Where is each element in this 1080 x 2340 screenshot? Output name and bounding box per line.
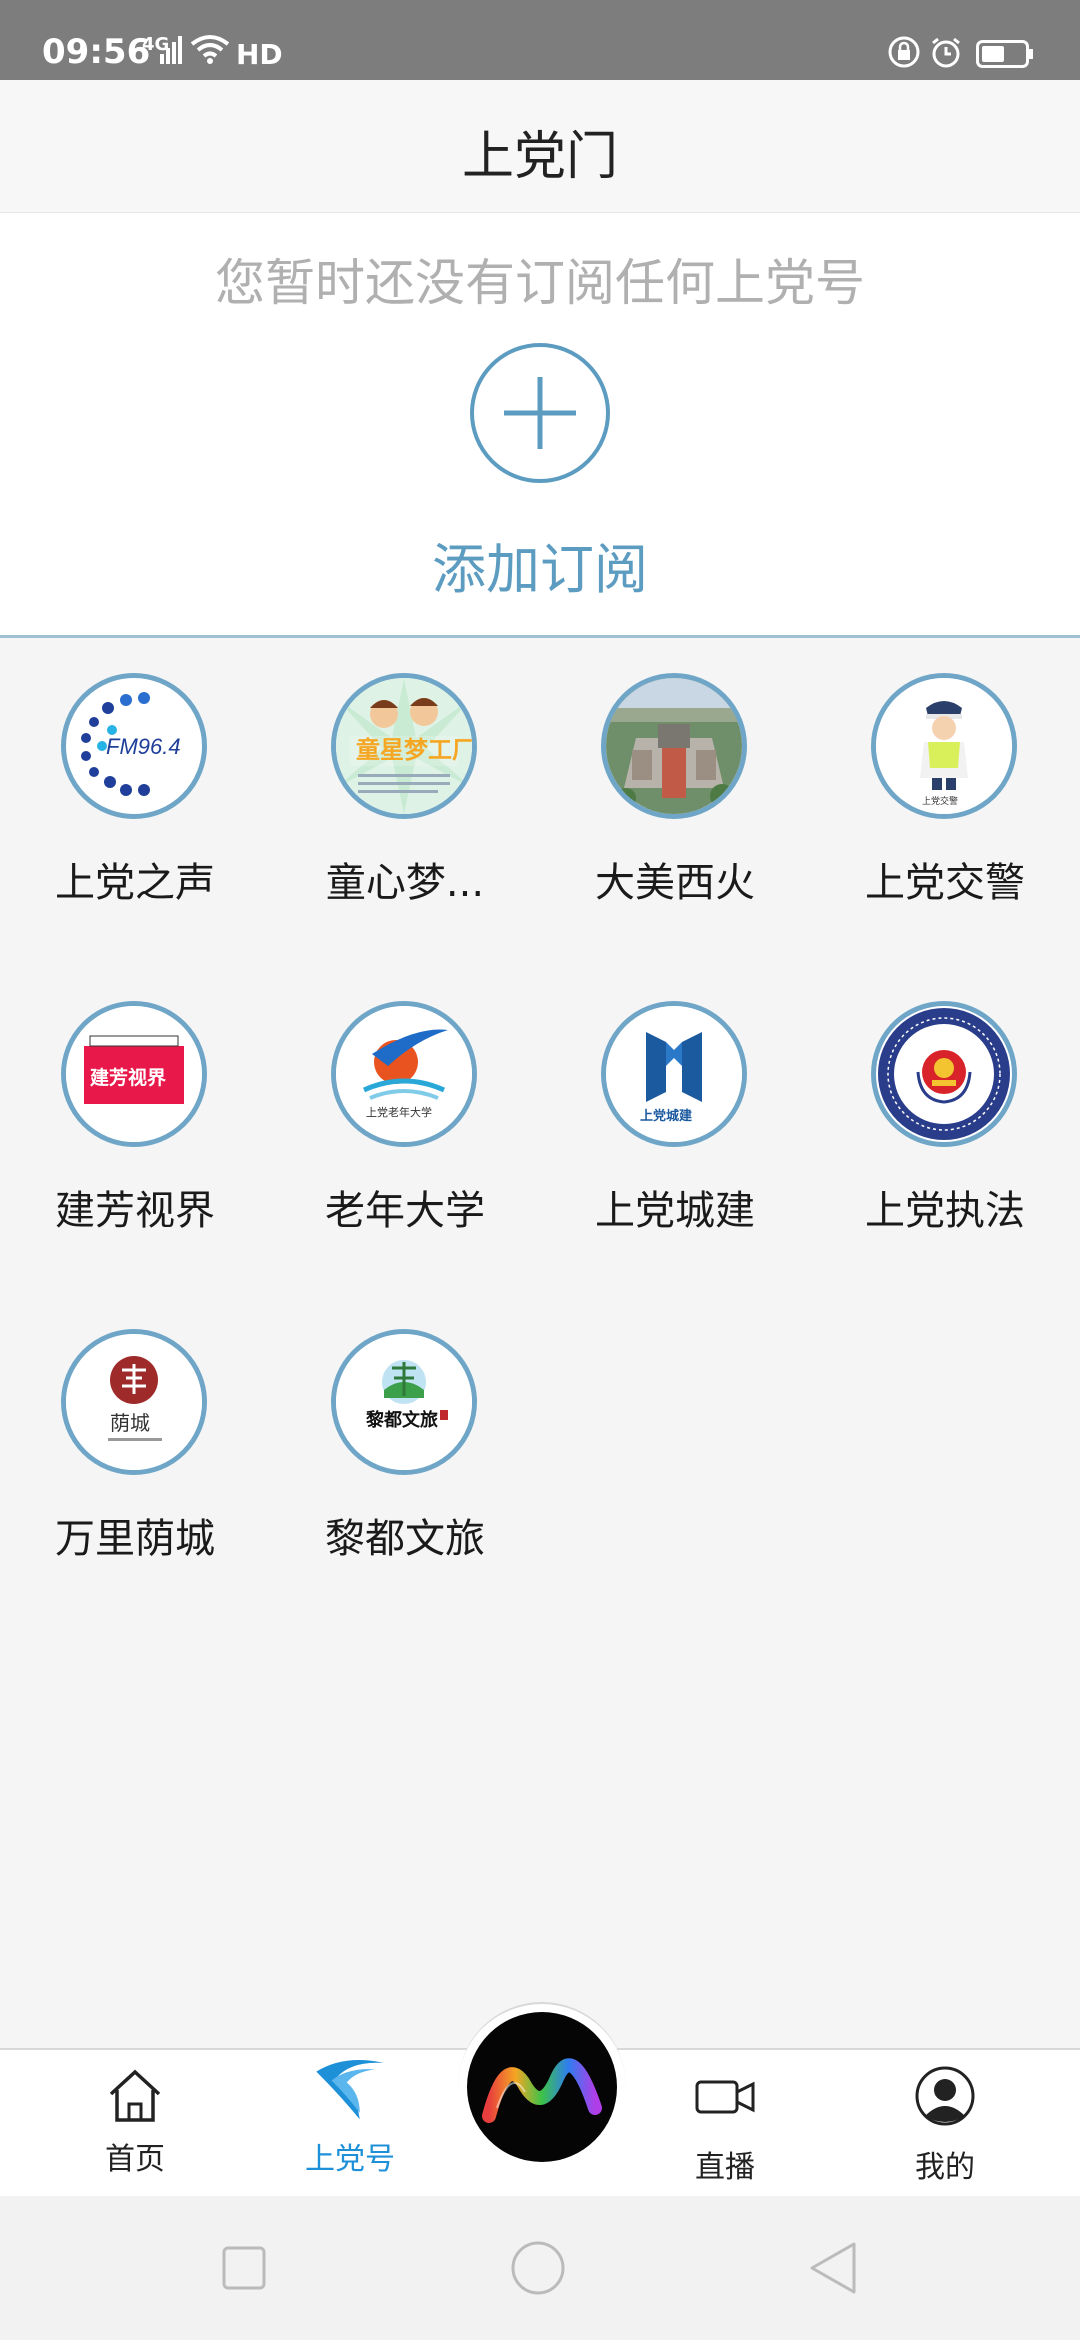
header: 上党门	[0, 80, 1080, 213]
channel-item[interactable]: 建芳视界 建芳视界	[0, 966, 270, 1256]
tab-label: 首页	[105, 2142, 165, 2177]
jianfang-view-logo: 建芳视界	[61, 1001, 207, 1147]
channel-label: 大美西火	[595, 860, 755, 906]
channel-grid: FM96.4 上党之声 童星梦工厂 童心梦... 大美西火 上党交警 上党交警 …	[0, 638, 1080, 2048]
add-subscription-label[interactable]: 添加订阅	[0, 525, 1080, 604]
channel-label: 老年大学	[325, 1188, 485, 1234]
empty-subscription-message: 您暂时还没有订阅任何上党号	[215, 254, 865, 312]
lock-rotation-icon	[888, 36, 920, 68]
page-title: 上党门	[461, 127, 618, 187]
channel-label: 万里荫城	[55, 1516, 215, 1562]
wifi-icon	[190, 35, 230, 64]
alarm-icon	[932, 37, 960, 68]
tab-label: 我的	[915, 2150, 975, 2185]
channel-item[interactable]: 大美西火	[540, 638, 810, 928]
channel-item[interactable]: 上党老年大学 老年大学	[270, 966, 540, 1256]
tab-live[interactable]: 直播	[645, 2050, 805, 2198]
svg-text:上党老年大学: 上党老年大学	[366, 1105, 432, 1119]
channel-item[interactable]: 上党执法	[810, 966, 1080, 1256]
video-camera-icon	[695, 2080, 755, 2114]
yincheng-logo: 荫城	[61, 1329, 207, 1475]
profile-icon	[915, 2066, 975, 2126]
svg-text:上党交警: 上党交警	[922, 795, 958, 807]
battery-icon	[976, 40, 1033, 68]
center-logo-icon	[482, 2058, 602, 2123]
channel-label: 上党之声	[55, 860, 215, 906]
hd-indicator: HD	[236, 38, 283, 71]
law-enforcement-emblem	[871, 1001, 1017, 1147]
svg-text:黎都文旅: 黎都文旅	[366, 1409, 438, 1431]
tab-home[interactable]: 首页	[55, 2050, 215, 2198]
center-logo-button[interactable]	[467, 2012, 617, 2162]
home-button[interactable]	[510, 2240, 566, 2296]
add-subscription-button[interactable]	[470, 343, 610, 483]
channel-label: 童心梦...	[325, 860, 485, 906]
svg-text:建芳视界: 建芳视界	[90, 1066, 166, 1089]
channel-label: 上党城建	[595, 1188, 755, 1234]
channel-item[interactable]: 童星梦工厂 童心梦...	[270, 638, 540, 928]
channel-label: 上党交警	[865, 860, 1025, 906]
channel-item[interactable]: 上党城建 上党城建	[540, 966, 810, 1256]
recent-apps-button[interactable]	[216, 2240, 272, 2296]
cell-signal-icon	[160, 36, 182, 64]
senior-university-logo: 上党老年大学	[331, 1001, 477, 1147]
status-bar: 09:56 4G HD	[0, 0, 1080, 80]
status-time: 09:56	[42, 32, 151, 72]
tab-shangdang[interactable]: 上党号	[270, 2050, 430, 2198]
urban-construction-logo: 上党城建	[601, 1001, 747, 1147]
svg-text:FM96.4: FM96.4	[106, 734, 181, 759]
svg-text:上党城建: 上党城建	[640, 1108, 692, 1124]
channel-item[interactable]: 黎都文旅 黎都文旅	[270, 1294, 540, 1584]
back-button[interactable]	[806, 2240, 862, 2296]
lidu-tourism-logo: 黎都文旅	[331, 1329, 477, 1475]
tab-profile[interactable]: 我的	[865, 2050, 1025, 2198]
channel-item[interactable]: 上党交警 上党交警	[810, 638, 1080, 928]
tab-label: 上党号	[305, 2142, 395, 2177]
children-dream-logo: 童星梦工厂	[331, 673, 477, 819]
channel-label: 黎都文旅	[325, 1516, 485, 1562]
subscription-panel: 您暂时还没有订阅任何上党号 添加订阅	[0, 213, 1080, 638]
channel-item[interactable]: FM96.4 上党之声	[0, 638, 270, 928]
channel-label: 上党执法	[865, 1188, 1025, 1234]
system-navigation-bar	[0, 2196, 1080, 2340]
svg-text:童星梦工厂: 童星梦工厂	[356, 736, 472, 764]
channel-item[interactable]: 荫城 万里荫城	[0, 1294, 270, 1584]
fm-radio-logo: FM96.4	[61, 673, 207, 819]
aerial-town-photo	[601, 673, 747, 819]
channel-label: 建芳视界	[55, 1188, 215, 1234]
plus-icon	[504, 377, 576, 449]
shangdang-wave-icon	[316, 2060, 384, 2120]
svg-text:荫城: 荫城	[110, 1411, 150, 1435]
traffic-police-logo: 上党交警	[871, 673, 1017, 819]
tab-label: 直播	[695, 2150, 755, 2185]
home-icon	[109, 2069, 161, 2122]
